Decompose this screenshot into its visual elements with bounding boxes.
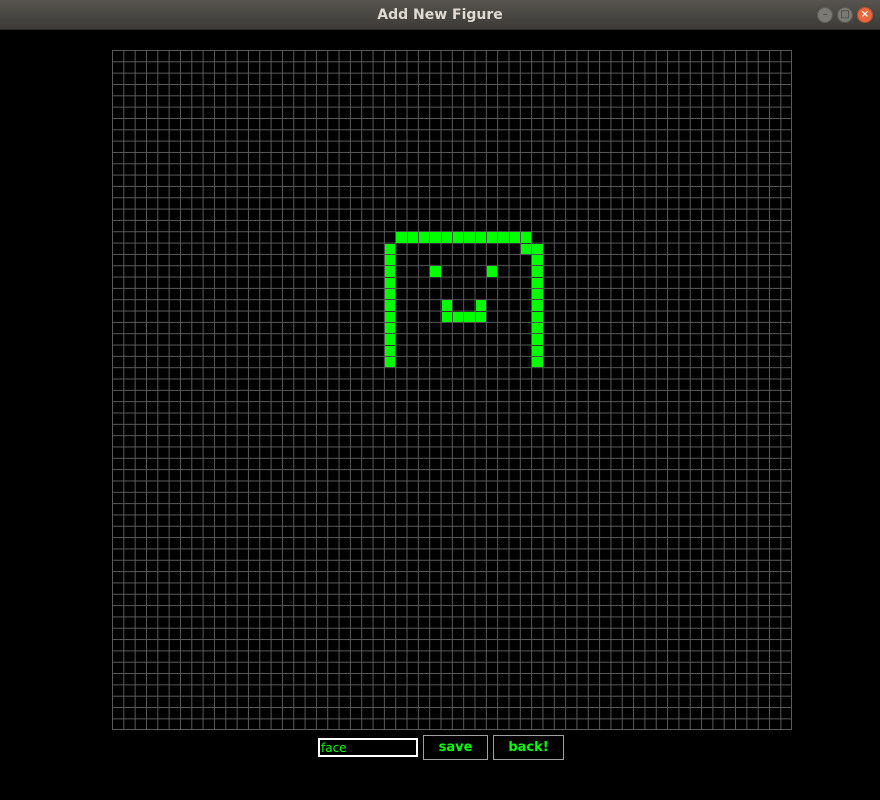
filled-cell[interactable] bbox=[441, 300, 452, 311]
filled-cell[interactable] bbox=[532, 345, 543, 356]
filled-cell[interactable] bbox=[532, 266, 543, 277]
filled-cell[interactable] bbox=[441, 311, 452, 322]
window-title: Add New Figure bbox=[377, 7, 503, 23]
filled-cell[interactable] bbox=[385, 243, 396, 254]
filled-cell[interactable] bbox=[385, 255, 396, 266]
figure-controls: save back! bbox=[0, 735, 880, 761]
filled-cell[interactable] bbox=[385, 289, 396, 300]
filled-cell[interactable] bbox=[475, 300, 486, 311]
back-button[interactable]: back! bbox=[493, 735, 564, 760]
app-window: Add New Figure – □ × save back! bbox=[0, 0, 880, 800]
figure-name-input[interactable] bbox=[318, 738, 418, 757]
filled-cell[interactable] bbox=[487, 266, 498, 277]
filled-cell[interactable] bbox=[441, 232, 452, 243]
filled-cell[interactable] bbox=[521, 232, 532, 243]
filled-cell[interactable] bbox=[475, 311, 486, 322]
filled-cell[interactable] bbox=[385, 266, 396, 277]
save-button[interactable]: save bbox=[423, 735, 488, 760]
filled-cell[interactable] bbox=[419, 232, 430, 243]
filled-cell[interactable] bbox=[532, 277, 543, 288]
filled-cell[interactable] bbox=[487, 232, 498, 243]
filled-cell[interactable] bbox=[385, 345, 396, 356]
filled-cell[interactable] bbox=[532, 255, 543, 266]
filled-cell[interactable] bbox=[385, 357, 396, 368]
filled-cell[interactable] bbox=[430, 266, 441, 277]
filled-cell[interactable] bbox=[464, 311, 475, 322]
filled-cell[interactable] bbox=[532, 334, 543, 345]
filled-cell[interactable] bbox=[475, 232, 486, 243]
filled-cell[interactable] bbox=[532, 357, 543, 368]
minimize-icon[interactable]: – bbox=[817, 7, 833, 23]
filled-cell[interactable] bbox=[385, 334, 396, 345]
drawing-grid[interactable] bbox=[112, 50, 792, 730]
filled-cell[interactable] bbox=[498, 232, 509, 243]
filled-cell[interactable] bbox=[453, 232, 464, 243]
filled-cell[interactable] bbox=[385, 323, 396, 334]
title-bar[interactable]: Add New Figure – □ × bbox=[0, 0, 880, 30]
filled-cell[interactable] bbox=[532, 243, 543, 254]
filled-cell[interactable] bbox=[407, 232, 418, 243]
filled-cell[interactable] bbox=[509, 232, 520, 243]
close-icon[interactable]: × bbox=[857, 7, 873, 23]
filled-cell[interactable] bbox=[464, 232, 475, 243]
filled-cell[interactable] bbox=[396, 232, 407, 243]
filled-cell[interactable] bbox=[532, 323, 543, 334]
filled-cell[interactable] bbox=[532, 300, 543, 311]
filled-cell[interactable] bbox=[385, 300, 396, 311]
filled-cell[interactable] bbox=[430, 232, 441, 243]
filled-cell[interactable] bbox=[453, 311, 464, 322]
filled-cell[interactable] bbox=[532, 311, 543, 322]
filled-cell[interactable] bbox=[385, 311, 396, 322]
maximize-icon[interactable]: □ bbox=[837, 7, 853, 23]
filled-cell[interactable] bbox=[385, 277, 396, 288]
filled-cell[interactable] bbox=[532, 289, 543, 300]
filled-cell[interactable] bbox=[521, 243, 532, 254]
